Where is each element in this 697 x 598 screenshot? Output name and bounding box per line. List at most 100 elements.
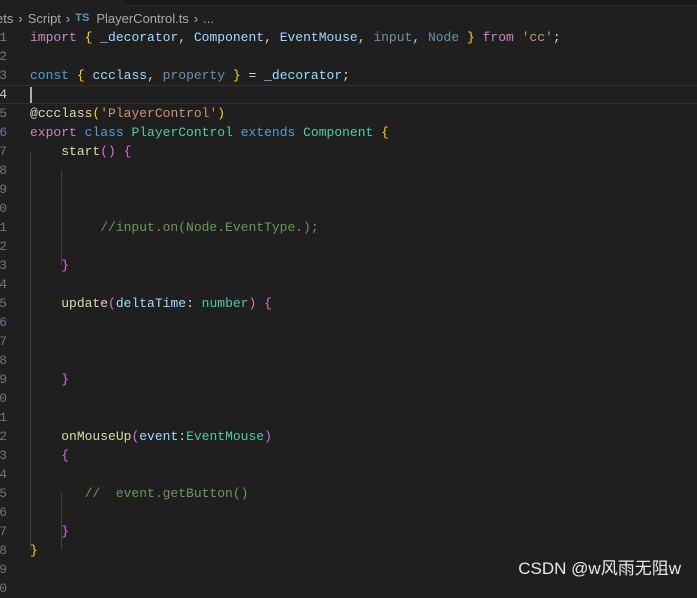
line-number: 27 xyxy=(0,524,7,539)
code-token: , xyxy=(412,30,428,45)
code-token: deltaTime xyxy=(115,296,187,311)
code-line[interactable]: 4 xyxy=(0,85,697,104)
code-line[interactable]: 23 { xyxy=(0,446,697,465)
code-token: } xyxy=(61,524,70,539)
code-line[interactable]: 1 import { _decorator, Component, EventMo… xyxy=(0,28,697,47)
line-code: // event.getButton() xyxy=(30,484,249,503)
line-code: import { _decorator, Component, EventMou… xyxy=(30,28,561,47)
line-number: 2 xyxy=(0,49,7,64)
line-code: } xyxy=(30,256,69,275)
line-code: update(deltaTime: number) { xyxy=(30,294,272,313)
line-code: //input.on(Node.EventType.); xyxy=(30,218,319,237)
code-editor[interactable]: 1 import { _decorator, Component, EventMo… xyxy=(0,28,697,598)
line-number: 17 xyxy=(0,334,7,349)
code-line[interactable]: 6 export class PlayerControl extends Comp… xyxy=(0,123,697,142)
code-token: ; xyxy=(342,68,350,83)
breadcrumb-item-script[interactable]: Script xyxy=(28,11,61,26)
code-token: event xyxy=(139,429,179,444)
code-line[interactable]: 27 } xyxy=(0,522,697,541)
code-line[interactable]: 8 xyxy=(0,161,697,180)
code-token: { xyxy=(61,448,70,463)
code-line[interactable]: 10 xyxy=(0,199,697,218)
code-line[interactable]: 15 update(deltaTime: number) { xyxy=(0,294,697,313)
line-number: 15 xyxy=(0,296,7,311)
code-line[interactable]: 20 xyxy=(0,389,697,408)
code-line[interactable]: 9 xyxy=(0,180,697,199)
code-token: ccclass xyxy=(92,68,148,83)
line-number: 11 xyxy=(0,220,7,235)
code-token: EventMouse xyxy=(186,429,265,444)
code-line[interactable]: 24 xyxy=(0,465,697,484)
code-line[interactable]: 14 xyxy=(0,275,697,294)
code-line[interactable]: 30 xyxy=(0,579,697,598)
code-line[interactable]: 18 xyxy=(0,351,697,370)
code-line[interactable]: 2 xyxy=(0,47,697,66)
code-line[interactable]: 17 xyxy=(0,332,697,351)
line-code: @ccclass('PlayerControl') xyxy=(30,104,225,123)
line-number: 1 xyxy=(0,30,7,45)
line-number: 13 xyxy=(0,258,7,273)
code-line[interactable]: 22 onMouseUp(event:EventMouse) xyxy=(0,427,697,446)
code-token: onMouseUp xyxy=(61,429,132,444)
code-line[interactable]: 16 xyxy=(0,313,697,332)
code-token: { xyxy=(381,125,389,140)
code-line[interactable]: 12 xyxy=(0,237,697,256)
line-number: 22 xyxy=(0,429,7,444)
code-token: 'cc' xyxy=(521,30,553,45)
line-code: export class PlayerControl extends Compo… xyxy=(30,123,389,142)
breadcrumb-item-symbols[interactable]: ... xyxy=(203,11,214,26)
code-line[interactable]: 11 //input.on(Node.EventType.); xyxy=(0,218,697,237)
code-token: , xyxy=(357,30,374,45)
code-token: : xyxy=(178,429,187,444)
code-token: //input.on(Node.EventType.); xyxy=(100,220,319,235)
code-line[interactable]: 13 } xyxy=(0,256,697,275)
code-token: PlayerControl xyxy=(131,125,233,140)
line-number: 19 xyxy=(0,372,7,387)
code-token: input xyxy=(373,30,413,45)
line-number: 8 xyxy=(0,163,7,178)
code-line[interactable]: 26 xyxy=(0,503,697,522)
code-token: ; xyxy=(552,30,561,45)
chevron-right-icon: › xyxy=(65,10,71,26)
code-line[interactable]: 5 @ccclass('PlayerControl') xyxy=(0,104,697,123)
code-token: export xyxy=(30,125,77,140)
line-number: 26 xyxy=(0,505,7,520)
line-number: 24 xyxy=(0,467,7,482)
code-line[interactable]: 19 } xyxy=(0,370,697,389)
code-token: : xyxy=(186,296,202,311)
code-token: ( xyxy=(108,296,116,311)
code-token: _decorator, xyxy=(92,30,194,45)
watermark: CSDN @w风雨无阻w xyxy=(518,559,681,578)
code-token: Node xyxy=(427,30,460,45)
line-number: 25 xyxy=(0,486,7,501)
code-line[interactable]: 21 xyxy=(0,408,697,427)
line-number: 28 xyxy=(0,543,7,558)
line-code: { xyxy=(30,446,69,465)
code-token: EventMouse xyxy=(279,30,358,45)
line-number: 12 xyxy=(0,239,7,254)
code-line[interactable]: 3 const { ccclass, property } = _decorato… xyxy=(0,66,697,85)
code-token: @ xyxy=(30,106,38,121)
code-line[interactable]: 25 // event.getButton() xyxy=(0,484,697,503)
code-token: // event.getButton() xyxy=(84,486,249,501)
code-line[interactable]: 7 start() { xyxy=(0,142,697,161)
line-number: 7 xyxy=(0,144,7,159)
code-token: Component xyxy=(193,30,265,45)
breadcrumb-item-assets[interactable]: ets xyxy=(0,11,13,26)
breadcrumb-item-file[interactable]: PlayerControl.ts xyxy=(96,11,188,26)
line-number: 16 xyxy=(0,315,7,330)
